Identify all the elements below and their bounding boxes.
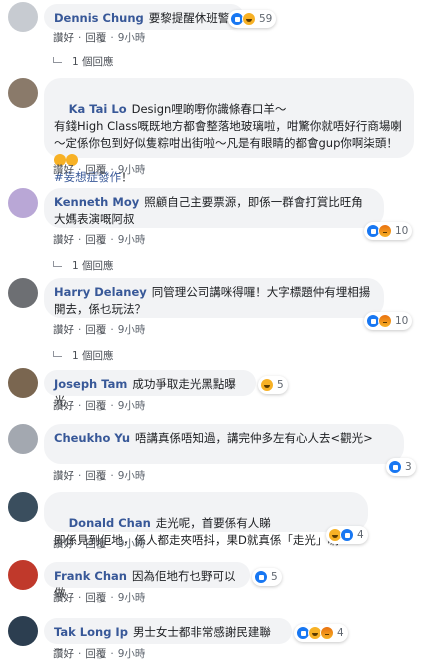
comment-actions: 讚好 · 回覆 · 9小時 bbox=[53, 470, 146, 482]
reaction-count: 5 bbox=[271, 571, 278, 583]
comment-author[interactable]: Donald Chan bbox=[69, 516, 151, 530]
reply-link[interactable]: 回覆 bbox=[85, 234, 106, 246]
comment-actions: 讚好 · 回覆 · 9小時 bbox=[53, 648, 146, 660]
reply-arrow-icon bbox=[53, 261, 62, 267]
comment-time[interactable]: 9小時 bbox=[118, 538, 146, 550]
comment-time[interactable]: 9小時 bbox=[118, 164, 146, 176]
angry-reaction-icon bbox=[320, 626, 334, 640]
comment-time[interactable]: 9小時 bbox=[118, 648, 146, 660]
like-link[interactable]: 讚好 bbox=[53, 470, 74, 482]
reply-link[interactable]: 回覆 bbox=[85, 164, 106, 176]
comment-actions: 讚好 · 回覆 · 9小時 bbox=[53, 32, 146, 44]
avatar[interactable] bbox=[8, 78, 38, 108]
view-replies-link[interactable]: 1 個回應 bbox=[53, 258, 114, 273]
reply-link[interactable]: 回覆 bbox=[85, 648, 106, 660]
comment-bubble: Ka Tai Lo Design哩啲嘢你識條春口羊～ 有錢High Class嘅既… bbox=[44, 78, 414, 184]
reaction-count: 4 bbox=[337, 627, 344, 639]
comment-time[interactable]: 9小時 bbox=[118, 592, 146, 604]
reaction-count: 10 bbox=[395, 225, 409, 237]
reaction-count: 5 bbox=[277, 379, 284, 391]
like-link[interactable]: 讚好 bbox=[53, 400, 74, 412]
comment-author[interactable]: Tak Long Ip bbox=[54, 625, 128, 639]
reaction-summary[interactable]: 59 bbox=[228, 10, 277, 28]
comment-text: 唔講真係唔知過，講完仲多左有心人去<觀光> bbox=[135, 431, 373, 445]
avatar[interactable] bbox=[8, 2, 38, 32]
like-reaction-icon bbox=[340, 528, 354, 542]
avatar[interactable] bbox=[8, 492, 38, 522]
comment-bubble: Donald Chan 走光呢，首要係有人睇 即係見到佢地，係人都走夾唔抖，果D就… bbox=[44, 492, 368, 547]
view-replies-link[interactable]: 1 個回應 bbox=[53, 54, 114, 69]
reaction-count: 10 bbox=[395, 315, 409, 327]
reaction-summary[interactable]: 4 bbox=[294, 624, 348, 642]
comment-author[interactable]: Kenneth Moy bbox=[54, 195, 139, 209]
like-link[interactable]: 讚好 bbox=[53, 648, 74, 660]
reply-link[interactable]: 回覆 bbox=[85, 324, 106, 336]
like-link[interactable]: 讚好 bbox=[53, 164, 74, 176]
reaction-count: 4 bbox=[357, 529, 364, 541]
reply-link[interactable]: 回覆 bbox=[85, 400, 106, 412]
comment-bubble: Frank Chan 因為佢地冇乜野可以做 bbox=[44, 562, 250, 600]
like-link[interactable]: 讚好 bbox=[53, 32, 74, 44]
reaction-count: 59 bbox=[259, 13, 273, 25]
like-link[interactable]: 讚好 bbox=[53, 234, 74, 246]
comment-time[interactable]: 9小時 bbox=[118, 234, 146, 246]
like-link[interactable]: 讚好 bbox=[53, 592, 74, 604]
comment-time[interactable]: 9小時 bbox=[118, 324, 146, 336]
comment-bubble: Harry Delaney 同管理公司講咪得囉！大字標題仲有埋相揚開去，係乜玩法？ bbox=[44, 278, 384, 318]
reaction-summary[interactable]: 3 bbox=[386, 458, 416, 476]
angry-reaction-icon bbox=[378, 314, 392, 328]
comment-actions: 讚好 · 回覆 · 9小時 bbox=[53, 592, 146, 604]
avatar[interactable] bbox=[8, 188, 38, 218]
haha-reaction-icon bbox=[260, 378, 274, 392]
comment-actions: 讚好 · 回覆 · 9小時 bbox=[53, 400, 146, 412]
comment-actions: 讚好 · 回覆 · 9小時 bbox=[53, 538, 146, 550]
avatar[interactable] bbox=[8, 560, 38, 590]
reaction-summary[interactable]: 4 bbox=[326, 526, 368, 544]
comment-author[interactable]: Dennis Chung bbox=[54, 11, 144, 25]
like-link[interactable]: 讚好 bbox=[53, 324, 74, 336]
reaction-count: 3 bbox=[405, 461, 412, 473]
reaction-summary[interactable]: 10 bbox=[364, 312, 413, 330]
comment-actions: 讚好 · 回覆 · 9小時 bbox=[53, 234, 146, 246]
comment-author[interactable]: Harry Delaney bbox=[54, 285, 147, 299]
comment-time[interactable]: 9小時 bbox=[118, 400, 146, 412]
reaction-summary[interactable]: 5 bbox=[258, 376, 288, 394]
comment-time[interactable]: 9小時 bbox=[118, 470, 146, 482]
comment-text: 要黎提醒休班警 bbox=[148, 11, 230, 25]
reaction-summary[interactable]: 10 bbox=[364, 222, 413, 240]
reply-arrow-icon bbox=[53, 57, 62, 63]
reply-link[interactable]: 回覆 bbox=[85, 538, 106, 550]
comment-actions: 讚好 · 回覆 · 9小時 bbox=[53, 164, 146, 176]
comment-time[interactable]: 9小時 bbox=[118, 32, 146, 44]
view-replies-link[interactable]: 1 個回應 bbox=[53, 348, 114, 363]
like-reaction-icon bbox=[388, 460, 402, 474]
avatar[interactable] bbox=[8, 368, 38, 398]
haha-reaction-icon bbox=[242, 12, 256, 26]
comment-author[interactable]: Ka Tai Lo bbox=[69, 102, 127, 116]
comment-author[interactable]: Joseph Tam bbox=[54, 377, 127, 391]
comment-bubble: Joseph Tam 成功爭取走光黑點曝光 bbox=[44, 370, 256, 408]
comment-bubble: Cheukho Yu 唔講真係唔知過，講完仲多左有心人去<觀光> bbox=[44, 424, 404, 464]
avatar[interactable] bbox=[8, 424, 38, 454]
comment-author[interactable]: Frank Chan bbox=[54, 569, 127, 583]
reply-link[interactable]: 回覆 bbox=[85, 32, 106, 44]
comment-bubble: Kenneth Moy 照顧自己主要票源，即係一群會打賞比旺角大媽表演嘅阿叔 bbox=[44, 188, 384, 228]
avatar[interactable] bbox=[8, 616, 38, 646]
like-link[interactable]: 讚好 bbox=[53, 538, 74, 550]
comment-bubble: Tak Long Ip 男士女士都非常感謝民建聯~ bbox=[44, 618, 292, 656]
reply-link[interactable]: 回覆 bbox=[85, 592, 106, 604]
reply-link[interactable]: 回覆 bbox=[85, 470, 106, 482]
reaction-summary[interactable]: 5 bbox=[252, 568, 282, 586]
comment-author[interactable]: Cheukho Yu bbox=[54, 431, 130, 445]
avatar[interactable] bbox=[8, 278, 38, 308]
comment-actions: 讚好 · 回覆 · 9小時 bbox=[53, 324, 146, 336]
comment-bubble: Dennis Chung 要黎提醒休班警 bbox=[44, 4, 244, 30]
reply-arrow-icon bbox=[53, 351, 62, 357]
like-reaction-icon bbox=[254, 570, 268, 584]
angry-reaction-icon bbox=[378, 224, 392, 238]
